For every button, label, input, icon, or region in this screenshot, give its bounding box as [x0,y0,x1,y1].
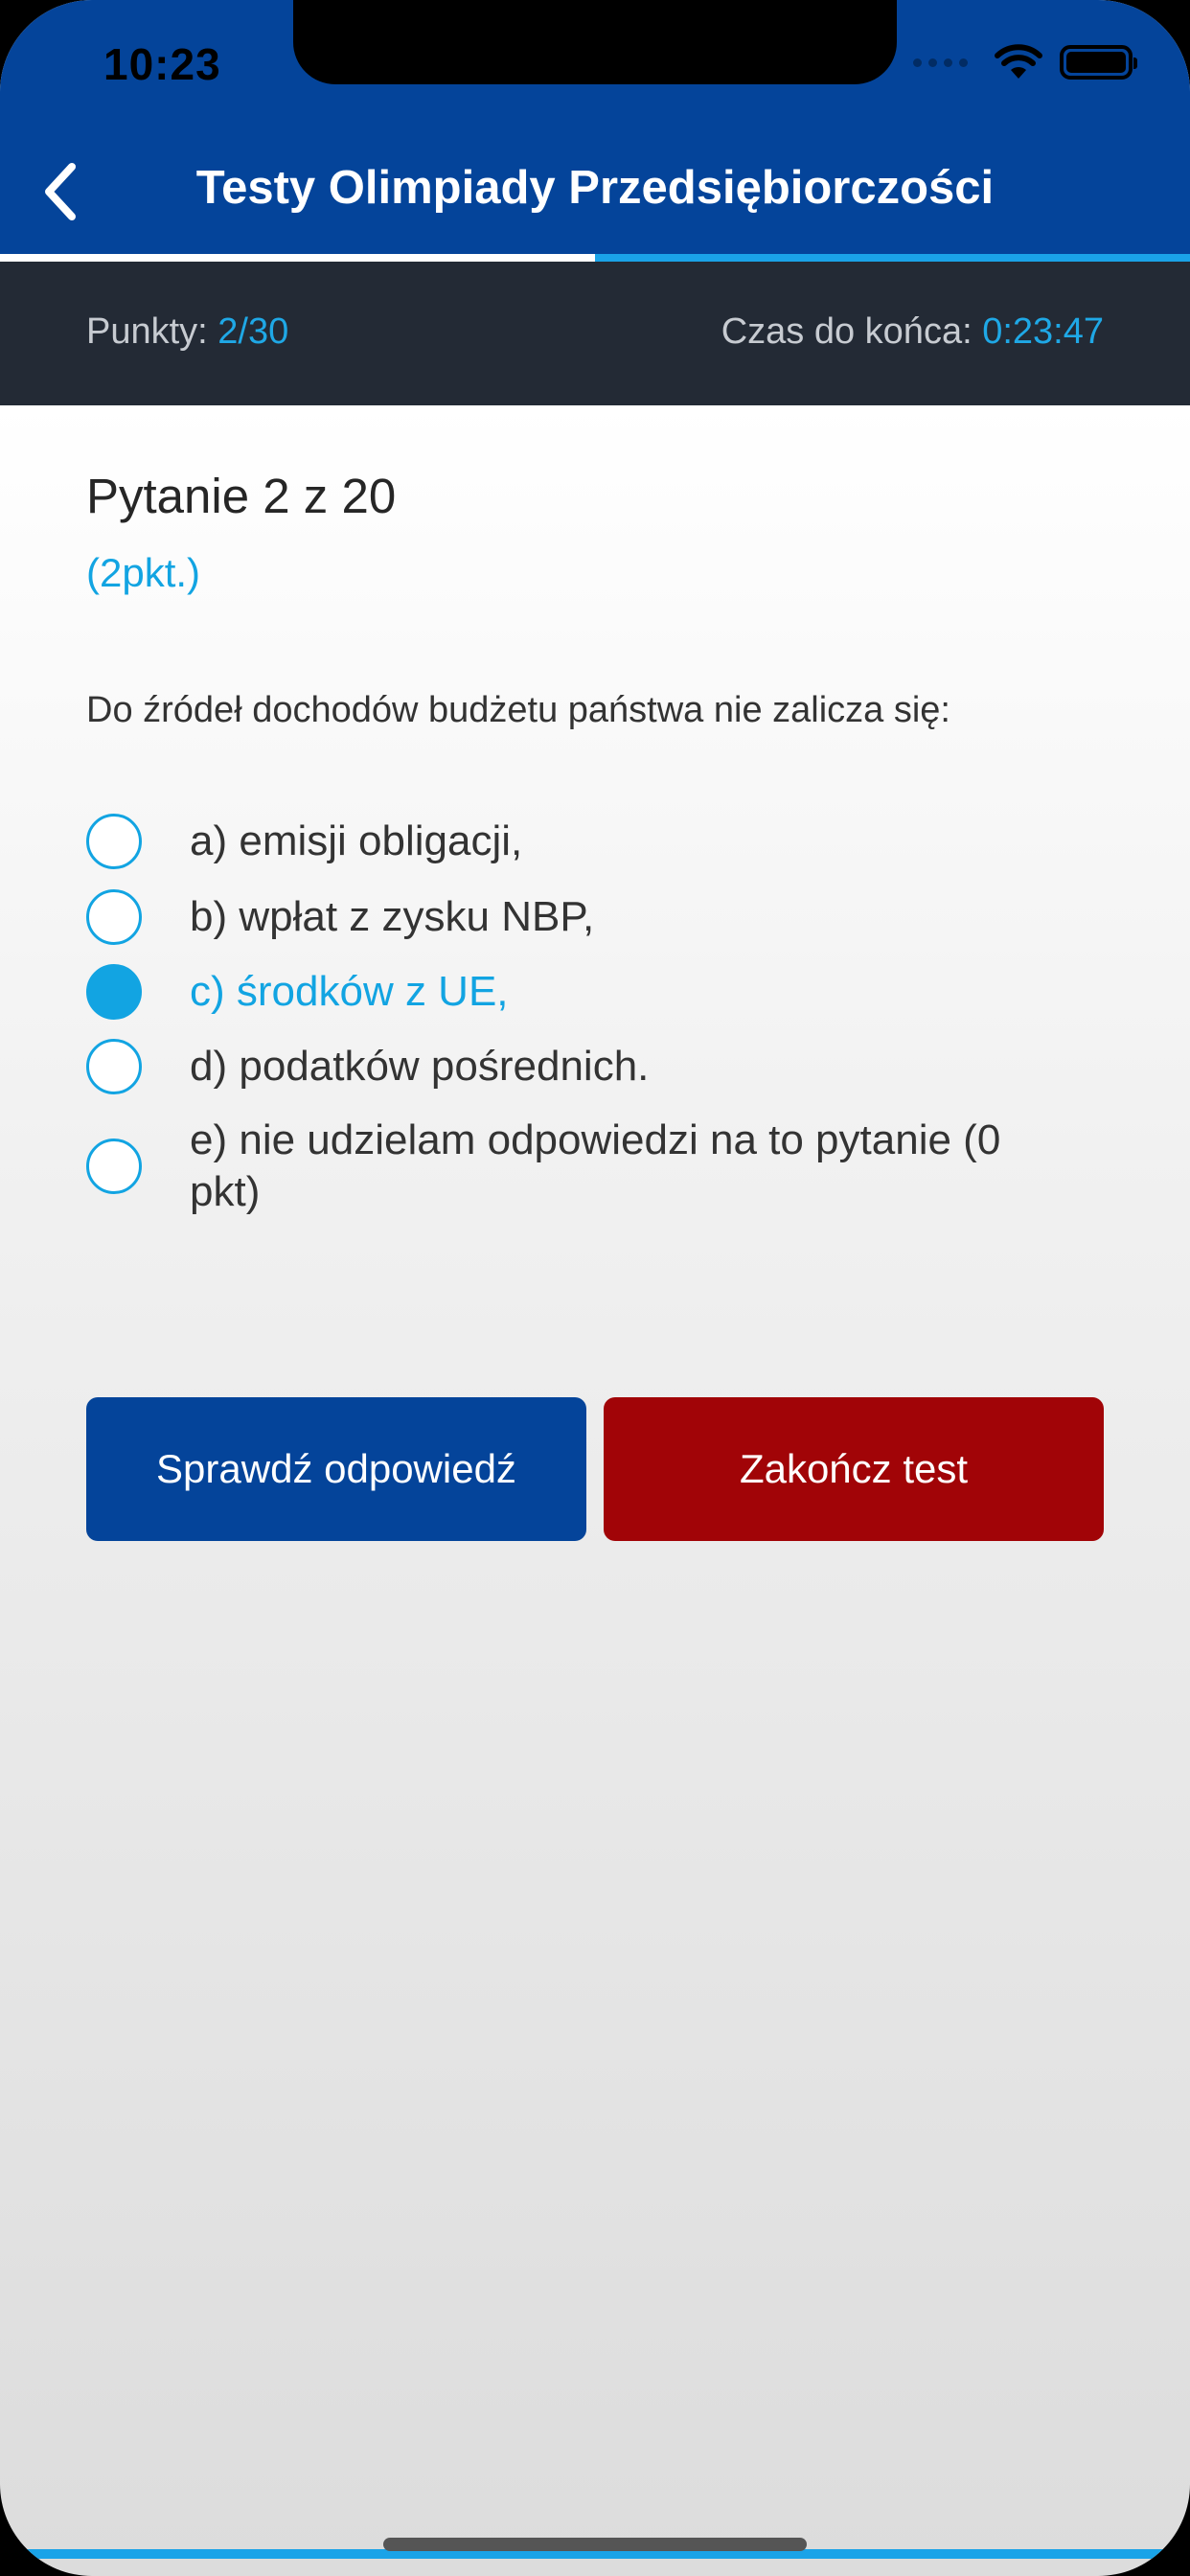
device-notch [293,0,897,84]
question-number: Pytanie 2 z 20 [86,469,397,523]
answer-option-e[interactable]: e) nie udzielam odpowiedzi na to pytanie… [86,1104,1140,1229]
check-answer-button[interactable]: Sprawdź odpowiedź [86,1397,586,1541]
answer-option-c[interactable]: c) środków z UE, [86,954,1140,1029]
nav-title: Testy Olimpiady Przedsiębiorczości [195,162,995,214]
progress-fill [0,254,595,262]
app-screen: 10:23 Testy Olimpiady Przedsiębiorczości [0,0,1190,2576]
battery-icon [1060,45,1137,80]
answer-label: e) nie udzielam odpowiedzi na to pytanie… [190,1116,1001,1215]
answer-label: d) podatków pośrednich. [190,1043,650,1090]
app-header: 10:23 Testy Olimpiady Przedsiębiorczości [0,0,1190,254]
stats-bar: Punkty: 2/30 Czas do końca: 0:23:47 [0,262,1190,405]
radio-button[interactable] [86,964,142,1020]
home-indicator[interactable] [383,2538,807,2551]
radio-button[interactable] [86,1138,142,1194]
answer-option-a[interactable]: a) emisji obligacji, [86,803,1140,880]
question-progress-bar [0,254,1190,262]
time-left-value: 0:23:47 [982,311,1104,352]
wifi-icon [995,44,1042,79]
answer-option-d[interactable]: d) podatków pośrednich. [86,1029,1140,1104]
question-points: (2pkt.) [86,550,201,595]
points-stat: Punkty: 2/30 [86,311,288,353]
answer-label: b) wpłat z zysku NBP, [190,893,595,940]
answer-option-b[interactable]: b) wpłat z zysku NBP, [86,880,1140,954]
question-text: Do źródeł dochodów budżetu państwa nie z… [86,690,950,730]
radio-button[interactable] [86,1039,142,1094]
radio-button[interactable] [86,814,142,869]
points-value: 2/30 [217,311,289,352]
answer-list: a) emisji obligacji, b) wpłat z zysku NB… [86,803,1140,1229]
time-left-label: Czas do końca: [721,311,983,352]
answer-label: a) emisji obligacji, [190,817,523,864]
time-left-stat: Czas do końca: 0:23:47 [721,311,1104,353]
radio-button[interactable] [86,889,142,945]
status-time: 10:23 [103,39,221,89]
status-icons [913,44,1137,80]
finish-test-button[interactable]: Zakończ test [604,1397,1104,1541]
points-label: Punkty: [86,311,218,352]
cellular-signal-icon [913,58,968,67]
answer-label: c) środków z UE, [190,968,509,1015]
